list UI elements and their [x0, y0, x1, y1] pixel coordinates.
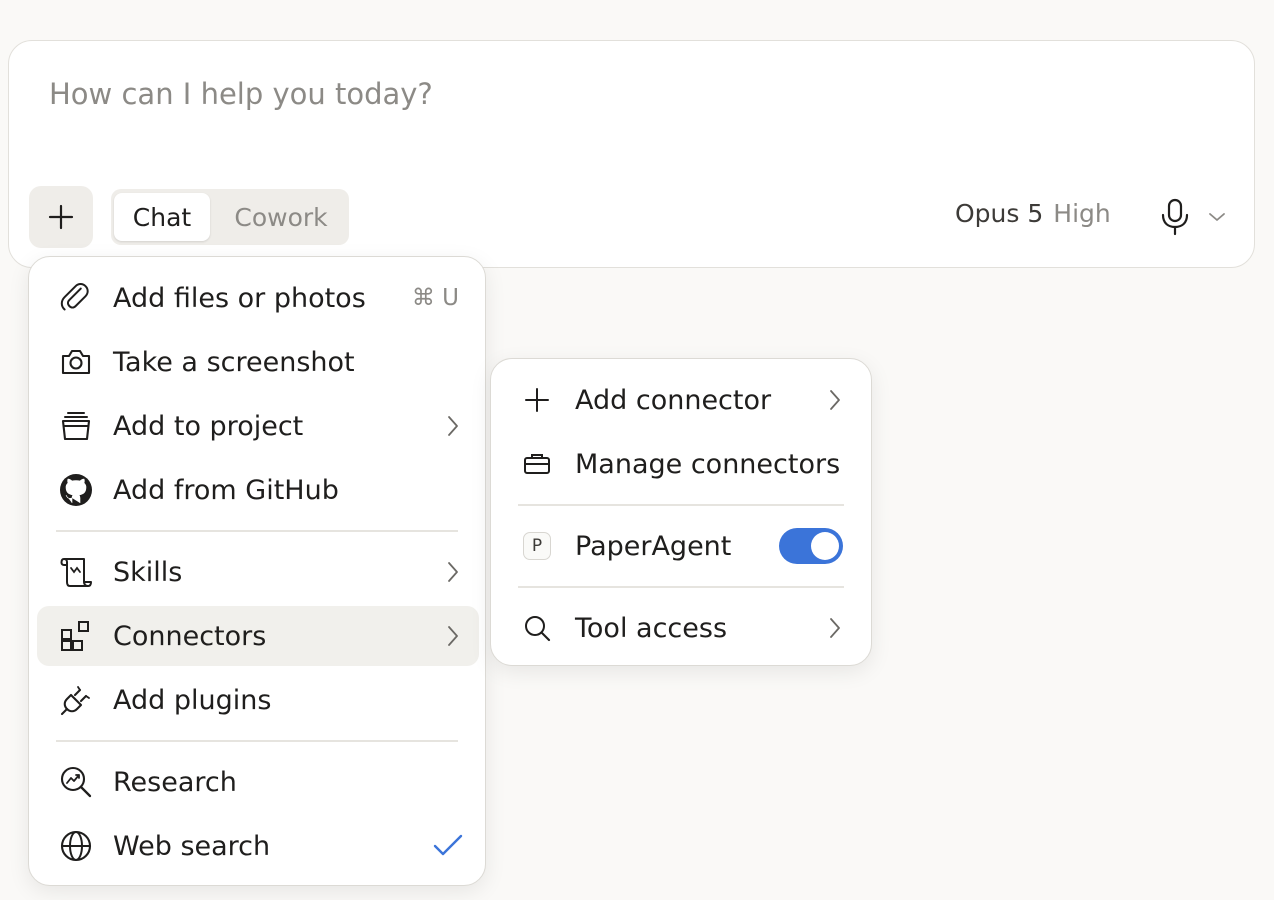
menu-item-tool-access[interactable]: Tool access	[499, 598, 863, 658]
model-selector[interactable]: Opus 5 High	[955, 199, 1111, 228]
menu-item-connectors[interactable]: Connectors	[37, 606, 479, 666]
add-menu: Add files or photos ⌘ U Take a screensho…	[28, 256, 486, 886]
menu-item-add-from-github[interactable]: Add from GitHub	[37, 460, 479, 520]
scroll-icon	[59, 555, 93, 589]
menu-item-web-search[interactable]: Web search	[37, 816, 479, 876]
paperagent-toggle[interactable]	[779, 528, 843, 564]
plus-icon	[521, 383, 553, 417]
model-effort: High	[1053, 199, 1111, 228]
briefcase-icon	[521, 447, 553, 481]
menu-item-label: Add from GitHub	[113, 474, 339, 506]
menu-item-add-connector[interactable]: Add connector	[499, 370, 863, 430]
mode-toggle: Chat Cowork	[111, 189, 349, 245]
menu-item-add-files[interactable]: Add files or photos ⌘ U	[37, 268, 479, 328]
plug-icon	[59, 683, 93, 717]
toggle-knob	[811, 532, 839, 560]
menu-divider	[518, 504, 844, 506]
menu-item-label: Add files or photos	[113, 282, 366, 314]
menu-item-label: Take a screenshot	[113, 346, 355, 378]
shortcut-hint: ⌘ U	[411, 285, 459, 311]
menu-item-label: Connectors	[113, 620, 267, 652]
menu-item-label: PaperAgent	[575, 530, 732, 562]
project-icon	[59, 409, 93, 443]
composer: Chat Cowork Opus 5 High	[8, 40, 1255, 268]
chevron-right-icon	[443, 624, 463, 648]
menu-divider	[56, 530, 458, 532]
connectors-submenu: Add connector Manage connectors P PaperA…	[490, 358, 872, 666]
menu-item-add-plugins[interactable]: Add plugins	[37, 670, 479, 730]
menu-item-label: Add plugins	[113, 684, 272, 716]
plus-icon	[48, 204, 74, 230]
menu-item-label: Web search	[113, 830, 271, 862]
prompt-input[interactable]	[49, 77, 949, 111]
paperagent-badge: P	[523, 532, 551, 560]
menu-item-label: Research	[113, 766, 237, 798]
connectors-icon	[59, 619, 93, 653]
chevron-right-icon	[825, 388, 845, 412]
paperclip-icon	[59, 281, 93, 315]
github-icon	[59, 473, 93, 507]
connector-logo: P	[521, 529, 553, 563]
menu-item-screenshot[interactable]: Take a screenshot	[37, 332, 479, 392]
menu-item-label: Add connector	[575, 384, 772, 416]
search-icon	[521, 611, 553, 645]
chevron-down-icon	[1209, 213, 1225, 221]
menu-item-label: Add to project	[113, 410, 304, 442]
camera-icon	[59, 345, 93, 379]
menu-item-manage-connectors[interactable]: Manage connectors	[499, 434, 863, 494]
menu-item-label: Skills	[113, 556, 183, 588]
add-content-button[interactable]	[29, 186, 93, 248]
menu-divider	[56, 740, 458, 742]
menu-divider	[518, 586, 844, 588]
voice-options-button[interactable]	[1206, 207, 1228, 227]
menu-item-skills[interactable]: Skills	[37, 542, 479, 602]
menu-item-research[interactable]: Research	[37, 752, 479, 812]
mode-cowork-button[interactable]: Cowork	[219, 193, 343, 241]
menu-item-label: Tool access	[575, 612, 728, 644]
globe-icon	[59, 829, 93, 863]
voice-input-button[interactable]	[1157, 196, 1193, 238]
checkmark-icon	[431, 832, 465, 860]
mode-chat-button[interactable]: Chat	[114, 193, 210, 241]
model-name: Opus 5	[955, 199, 1044, 228]
chevron-right-icon	[443, 560, 463, 584]
menu-item-paperagent[interactable]: P PaperAgent	[499, 516, 863, 576]
chevron-right-icon	[443, 414, 463, 438]
menu-item-label: Manage connectors	[575, 448, 841, 480]
menu-item-add-to-project[interactable]: Add to project	[37, 396, 479, 456]
research-icon	[59, 765, 93, 799]
chevron-right-icon	[825, 616, 845, 640]
microphone-icon	[1161, 198, 1189, 236]
